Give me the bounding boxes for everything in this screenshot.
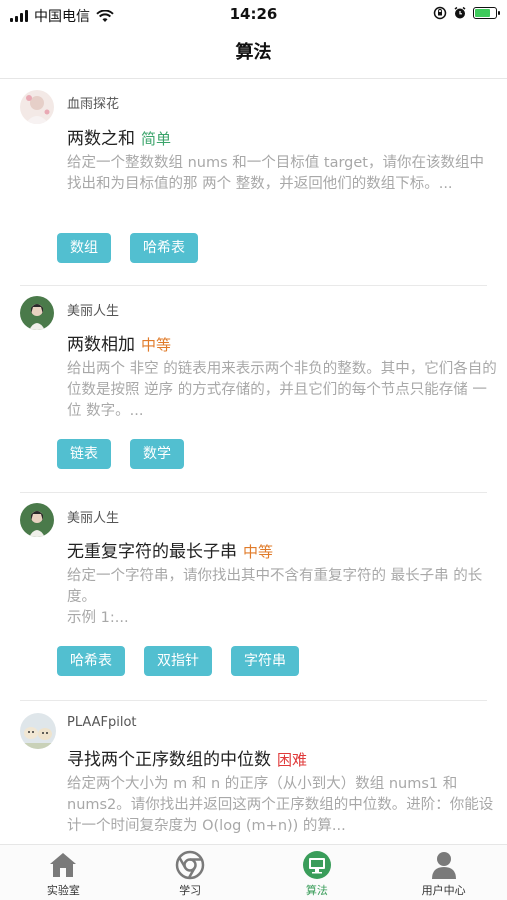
difficulty-badge: 简单 <box>141 130 172 148</box>
tab-bar: 实验室 学习 算法 用户中心 <box>0 844 507 900</box>
orientation-lock-icon <box>433 6 447 20</box>
tab-label: 实验室 <box>46 884 80 897</box>
tag[interactable]: 双指针 <box>144 646 212 676</box>
nav-bar: 算法 <box>0 30 507 79</box>
author-name: 血雨探花 <box>67 97 120 112</box>
problem-title[interactable]: 无重复字符的最长子串 中等 <box>67 537 273 562</box>
problem-title[interactable]: 两数之和 简单 <box>67 124 171 149</box>
alarm-icon <box>454 6 466 19</box>
user-icon <box>431 852 456 879</box>
tab-lab[interactable]: 实验室 <box>0 845 127 900</box>
tag[interactable]: 链表 <box>57 439 111 469</box>
tag[interactable]: 字符串 <box>231 646 299 676</box>
problem-title-text: 无重复字符的最长子串 <box>67 542 237 562</box>
difficulty-badge: 中等 <box>243 543 274 561</box>
tag-list: 哈希表 双指针 字符串 <box>57 646 299 676</box>
tag[interactable]: 哈希表 <box>57 646 125 676</box>
avatar <box>20 90 54 124</box>
tab-user-center[interactable]: 用户中心 <box>380 845 507 900</box>
problem-title-text: 两数相加 <box>67 335 135 355</box>
problem-title-text: 寻找两个正序数组的中位数 <box>67 750 271 770</box>
tag-list: 链表 数学 <box>57 439 184 469</box>
problem-title-text: 两数之和 <box>67 129 135 149</box>
problem-card[interactable]: 美丽人生 无重复字符的最长子串 中等 给定一个字符串，请你找出其中不含有重复字符的… <box>20 493 487 701</box>
battery-icon <box>473 7 500 19</box>
difficulty-badge: 中等 <box>141 336 172 354</box>
clock: 14:26 <box>229 5 278 23</box>
problem-list[interactable]: 血雨探花 两数之和 简单 给定一个整数数组 nums 和一个目标值 target，… <box>0 80 507 845</box>
problem-card[interactable]: PLAAFpilot 寻找两个正序数组的中位数 困难 给定两个大小为 m 和 n … <box>20 701 493 845</box>
author-name: PLAAFpilot <box>67 715 137 730</box>
tab-label: 学习 <box>179 884 202 897</box>
author-name: 美丽人生 <box>67 511 120 526</box>
chrome-icon <box>175 850 205 880</box>
tab-algorithm[interactable]: 算法 <box>254 845 381 900</box>
tab-label: 算法 <box>305 884 328 897</box>
avatar <box>20 503 54 537</box>
monitor-icon <box>302 851 331 879</box>
problem-card[interactable]: 血雨探花 两数之和 简单 给定一个整数数组 nums 和一个目标值 target，… <box>20 80 487 286</box>
tag[interactable]: 数学 <box>130 439 184 469</box>
problem-description: 给定一个字符串，请你找出其中不含有重复字符的 最长子串 的长度。 示例 1:..… <box>67 568 483 626</box>
difficulty-badge: 困难 <box>277 751 308 769</box>
tab-study[interactable]: 学习 <box>127 845 254 900</box>
avatar <box>20 296 54 330</box>
problem-description: 给出两个 非空 的链表用来表示两个非负的整数。其中，它们各自的位数是按照 逆序 … <box>67 361 497 419</box>
home-icon <box>50 853 77 877</box>
tag-list: 数组 哈希表 <box>57 233 198 263</box>
tab-label: 用户中心 <box>421 884 466 897</box>
status-bar: 中国电信 14:26 <box>0 0 507 30</box>
tag[interactable]: 数组 <box>57 233 111 263</box>
problem-title[interactable]: 两数相加 中等 <box>67 330 171 355</box>
problem-description: 给定一个整数数组 nums 和一个目标值 target，请你在该数组中找出和为目… <box>67 155 484 192</box>
problem-card[interactable]: 美丽人生 两数相加 中等 给出两个 非空 的链表用来表示两个非负的整数。其中，它们… <box>20 286 497 493</box>
avatar <box>20 713 56 749</box>
author-name: 美丽人生 <box>67 304 120 319</box>
problem-description: 给定两个大小为 m 和 n 的正序（从小到大）数组 nums1 和 nums2。… <box>67 776 494 834</box>
tag[interactable]: 哈希表 <box>130 233 198 263</box>
status-right <box>433 6 500 20</box>
problem-title[interactable]: 寻找两个正序数组的中位数 困难 <box>67 745 307 770</box>
page-title: 算法 <box>235 42 272 63</box>
